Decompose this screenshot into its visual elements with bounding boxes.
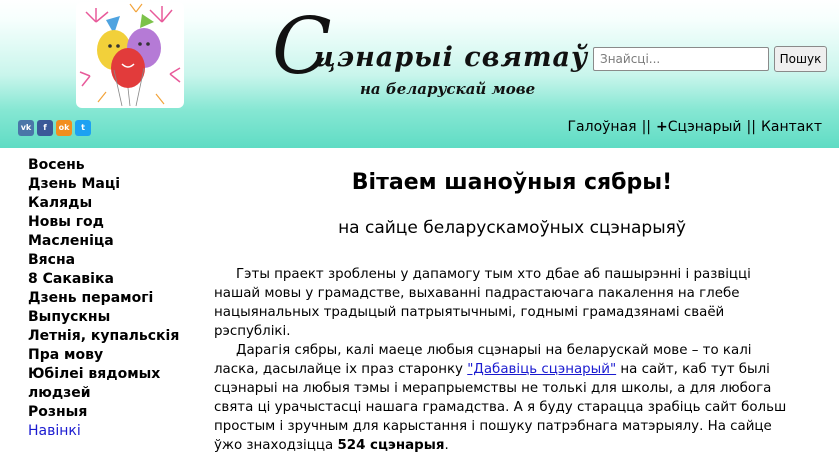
sidebar-item-summer[interactable]: Летнія, купальскія — [28, 327, 179, 346]
page-title: Вітаем шаноўныя сябры! — [351, 170, 673, 195]
social-links: vk f ok t — [18, 120, 91, 136]
page-subtitle: на сайце беларускамоўных сцэнарыяў — [338, 218, 686, 238]
site-title-text: цэнарыі святаў — [314, 42, 589, 73]
top-nav: Галоўная || +Сцэнарый || Кантакт — [568, 119, 822, 135]
sidebar-item-misc[interactable]: Розныя — [28, 403, 179, 422]
sidebar-item-maslenitsa[interactable]: Масленіца — [28, 232, 179, 251]
search-button[interactable]: Пошук — [774, 46, 827, 72]
intro-paragraph: Гэты праект зроблены у дапамогу тым хто … — [214, 267, 751, 339]
sidebar-item-new[interactable]: Навінкі — [28, 422, 179, 441]
twitter-icon[interactable]: t — [75, 120, 91, 136]
sidebar-item-jubilees[interactable]: Юбілеі вядомых — [28, 365, 179, 384]
sidebar-item-victory-day[interactable]: Дзень перамогі — [28, 289, 179, 308]
plus-icon: + — [656, 119, 668, 135]
scenario-count: 524 сцэнарыя — [337, 438, 445, 453]
sidebar-item-kalyady[interactable]: Каляды — [28, 194, 179, 213]
sidebar-item-jubilees-cont[interactable]: людзей — [28, 384, 179, 403]
invite-text-end: . — [444, 438, 449, 453]
nav-contact-link[interactable]: Кантакт — [761, 119, 822, 135]
vk-icon[interactable]: vk — [18, 120, 34, 136]
search-input[interactable] — [593, 47, 769, 71]
main-content: Вітаем шаноўныя сябры! на сайце беларуск… — [214, 170, 810, 453]
sidebar-item-spring[interactable]: Вясна — [28, 251, 179, 270]
nav-separator: || — [641, 119, 652, 135]
sidebar-item-march-8[interactable]: 8 Сакавіка — [28, 270, 179, 289]
site-subtitle: на беларускай мове — [360, 80, 536, 98]
nav-add-scenario-label: Сцэнарый — [667, 119, 742, 135]
nav-home-link[interactable]: Галоўная — [568, 119, 637, 135]
sidebar-item-mothers-day[interactable]: Дзень Маці — [28, 175, 179, 194]
balloons-logo-icon[interactable] — [76, 2, 184, 108]
sidebar-item-graduation[interactable]: Выпускны — [28, 308, 179, 327]
sidebar-categories: Восень Дзень Маці Каляды Новы год Маслен… — [28, 156, 179, 441]
sidebar-item-autumn[interactable]: Восень — [28, 156, 179, 175]
nav-add-scenario-link[interactable]: +Сцэнарый — [656, 119, 742, 135]
facebook-icon[interactable]: f — [37, 120, 53, 136]
add-scenario-link[interactable]: "Дабавiць сцэнарый" — [467, 362, 616, 377]
site-title[interactable]: С цэнарыі святаў на беларускай мове — [272, 8, 587, 98]
nav-separator: || — [746, 119, 756, 135]
sidebar-item-new-year[interactable]: Новы год — [28, 213, 179, 232]
sidebar-item-language[interactable]: Пра мову — [28, 346, 179, 365]
invite-paragraph: Дарагiя сябры, калi маеце любыя сцэнарыi… — [214, 341, 790, 455]
odnoklassniki-icon[interactable]: ok — [56, 120, 72, 136]
